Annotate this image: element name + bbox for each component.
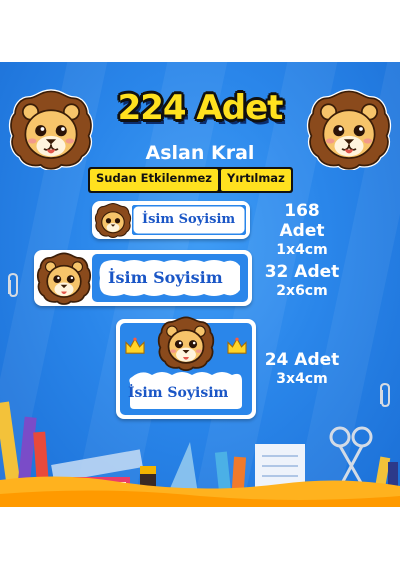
label-size: 1x4cm — [276, 242, 328, 258]
lion-mascot-icon — [94, 202, 132, 238]
name-placeholder: İsim Soyisim — [108, 268, 223, 287]
label-sample-medium: İsim Soyisim — [34, 250, 252, 306]
product-title: 224 Adet — [117, 88, 284, 128]
count-group: 168 Adet 1x4cm — [262, 201, 342, 259]
feature-waterproof: Sudan Etkilenmez — [90, 169, 218, 191]
count-group: 32 Adet 2x6cm — [262, 262, 342, 300]
lion-mascot-icon — [8, 89, 94, 170]
name-placeholder: İsim Soyisim — [142, 212, 236, 227]
stationery-decoration — [0, 401, 400, 507]
feature-tearproof: Yırtılmaz — [221, 169, 291, 191]
label-count: 168 Adet — [279, 201, 325, 241]
features-bar: Sudan Etkilenmez Yırtılmaz — [88, 167, 293, 193]
name-area: İsim Soyisim — [132, 205, 246, 235]
label-size: 2x6cm — [276, 283, 328, 299]
crown-icon — [227, 337, 247, 354]
title-container: 224 Adet — [100, 88, 300, 128]
name-area: İsim Soyisim — [92, 254, 248, 302]
paperclip-icon — [380, 382, 390, 408]
crown-icon — [125, 337, 145, 354]
lion-mascot-icon — [306, 89, 392, 170]
paperclip-icon — [8, 272, 18, 298]
label-count: 32 Adet — [264, 262, 340, 282]
product-subtitle: Aslan Kral — [145, 142, 255, 164]
product-banner: 224 Adet Aslan Kral Sudan Etkilenmez Yır… — [0, 62, 400, 507]
lion-mascot-icon — [36, 252, 92, 305]
label-sample-small: İsim Soyisim — [92, 201, 250, 239]
